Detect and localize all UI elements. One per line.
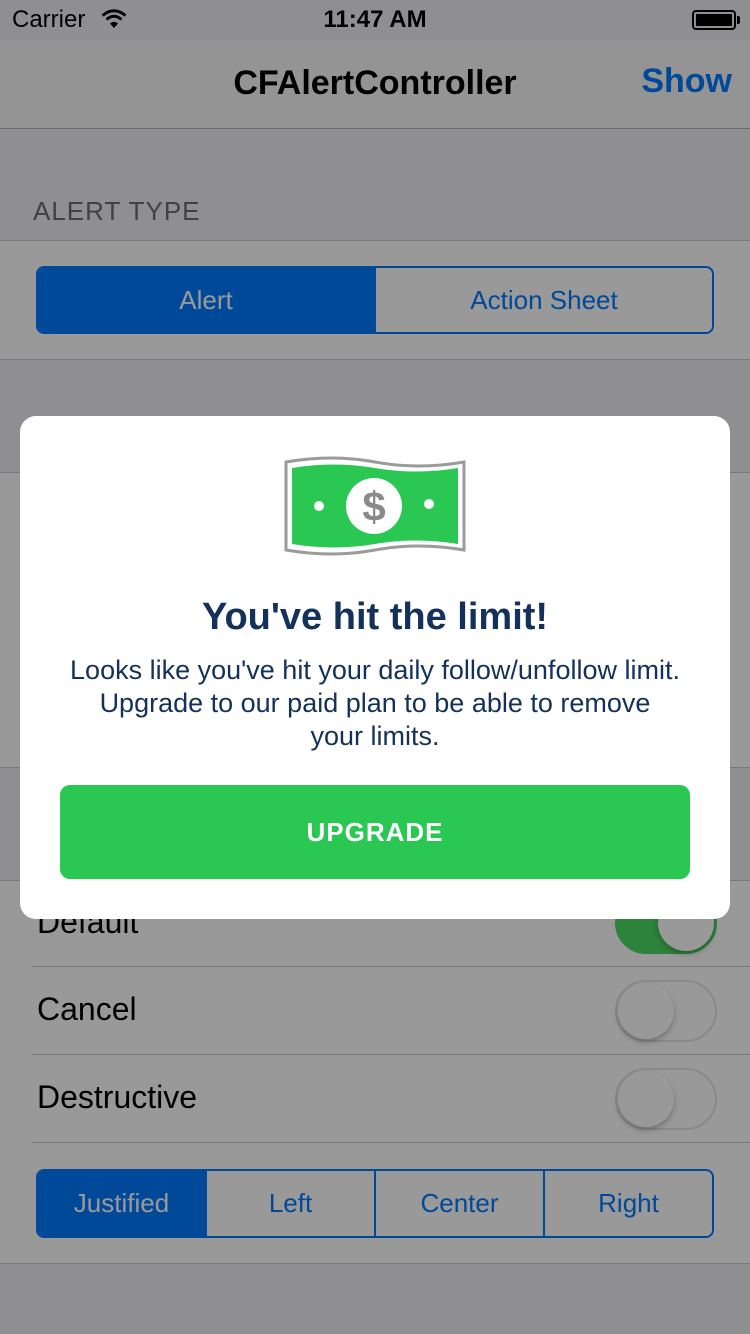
svg-text:$: $ — [362, 483, 385, 530]
upgrade-alert-dialog: $ You've hit the limit! Looks like you'v… — [20, 416, 730, 919]
upgrade-button[interactable]: UPGRADE — [60, 785, 690, 879]
dialog-title: You've hit the limit! — [201, 596, 549, 638]
dialog-message: Looks like you've hit your daily follow/… — [70, 655, 680, 751]
dollar-bill-icon: $ — [284, 456, 466, 556]
